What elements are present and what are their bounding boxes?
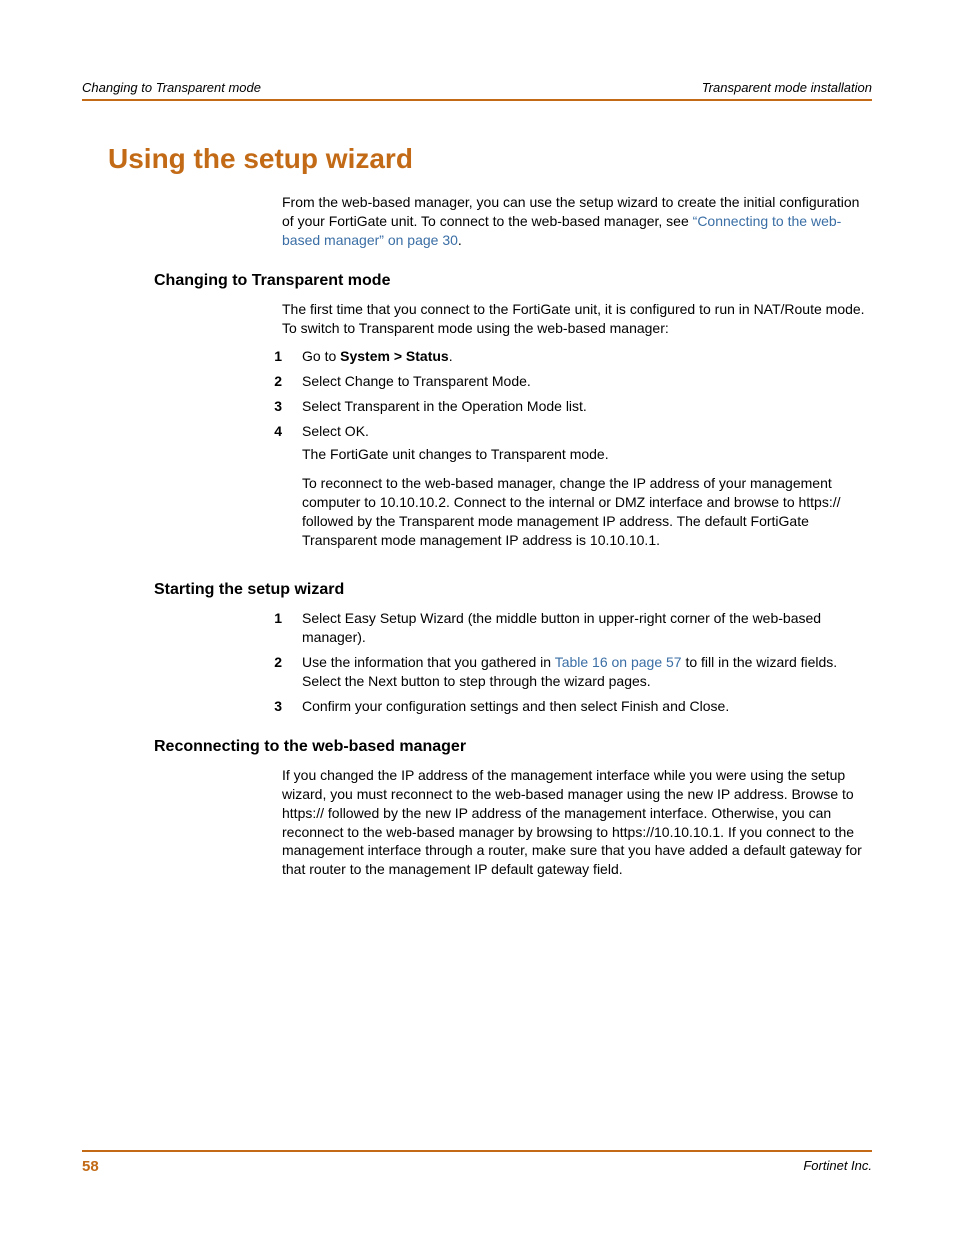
step-number: 1 — [240, 347, 302, 366]
step-body: Confirm your configuration settings and … — [302, 697, 872, 716]
footer-company: Fortinet Inc. — [803, 1158, 872, 1175]
list-item: 2 Select Change to Transparent Mode. — [240, 372, 872, 391]
sec2-steps: 1 Select Easy Setup Wizard (the middle b… — [240, 609, 872, 715]
list-item: 3 Select Transparent in the Operation Mo… — [240, 397, 872, 416]
step-body: Select Transparent in the Operation Mode… — [302, 397, 872, 416]
sec3-heading: Reconnecting to the web-based manager — [154, 738, 872, 756]
step-text: Select OK. — [302, 422, 872, 441]
list-item: 3 Confirm your configuration settings an… — [240, 697, 872, 716]
step-number: 2 — [240, 653, 302, 691]
step-number: 2 — [240, 372, 302, 391]
footer: 58 Fortinet Inc. — [82, 1150, 872, 1175]
sec1-intro: The first time that you connect to the F… — [282, 300, 872, 338]
step-text: Select Easy Setup Wizard (the middle but… — [302, 610, 821, 645]
intro-period: . — [458, 232, 462, 248]
section-heading: Using the setup wizard — [108, 143, 872, 175]
list-item: 4 Select OK. The FortiGate unit changes … — [240, 422, 872, 559]
step-text-pre: Use the information that you gathered in — [302, 654, 555, 670]
sec2-heading: Starting the setup wizard — [154, 581, 872, 599]
step-text-pre: Go to — [302, 348, 340, 364]
step-sub2: To reconnect to the web-based manager, c… — [302, 474, 872, 550]
step-link[interactable]: Table 16 on page 57 — [555, 654, 682, 670]
sec1-heading: Changing to Transparent mode — [154, 272, 872, 290]
step-body: Select OK. The FortiGate unit changes to… — [302, 422, 872, 559]
list-item: 1 Select Easy Setup Wizard (the middle b… — [240, 609, 872, 647]
step-body: Select Change to Transparent Mode. — [302, 372, 872, 391]
step-body: Go to System > Status. — [302, 347, 872, 366]
header-left: Changing to Transparent mode — [82, 80, 261, 95]
step-text-post: . — [449, 348, 453, 364]
sec3-text: If you changed the IP address of the man… — [282, 766, 872, 879]
step-number: 3 — [240, 397, 302, 416]
page: Changing to Transparent mode Transparent… — [0, 0, 954, 1235]
step-text: Confirm your configuration settings and … — [302, 698, 729, 714]
step-number: 3 — [240, 697, 302, 716]
step-text: Select Transparent in the Operation Mode… — [302, 398, 587, 414]
step-body: Select Easy Setup Wizard (the middle but… — [302, 609, 872, 647]
intro-paragraph: From the web-based manager, you can use … — [282, 193, 872, 250]
page-number: 58 — [82, 1158, 99, 1175]
sec1-steps: 1 Go to System > Status. 2 Select Change… — [240, 347, 872, 559]
sec1-intro-text: The first time that you connect to the F… — [282, 300, 872, 338]
list-item: 2 Use the information that you gathered … — [240, 653, 872, 691]
step-number: 1 — [240, 609, 302, 647]
sec3-body: If you changed the IP address of the man… — [282, 766, 872, 879]
step-text: Select Change to Transparent Mode. — [302, 373, 531, 389]
list-item: 1 Go to System > Status. — [240, 347, 872, 366]
header-right: Transparent mode installation — [702, 80, 872, 95]
step-number: 4 — [240, 422, 302, 559]
running-header: Changing to Transparent mode Transparent… — [82, 80, 872, 101]
step-text-bold: System > Status — [340, 348, 449, 364]
step-sub1: The FortiGate unit changes to Transparen… — [302, 445, 872, 464]
step-body: Use the information that you gathered in… — [302, 653, 872, 691]
